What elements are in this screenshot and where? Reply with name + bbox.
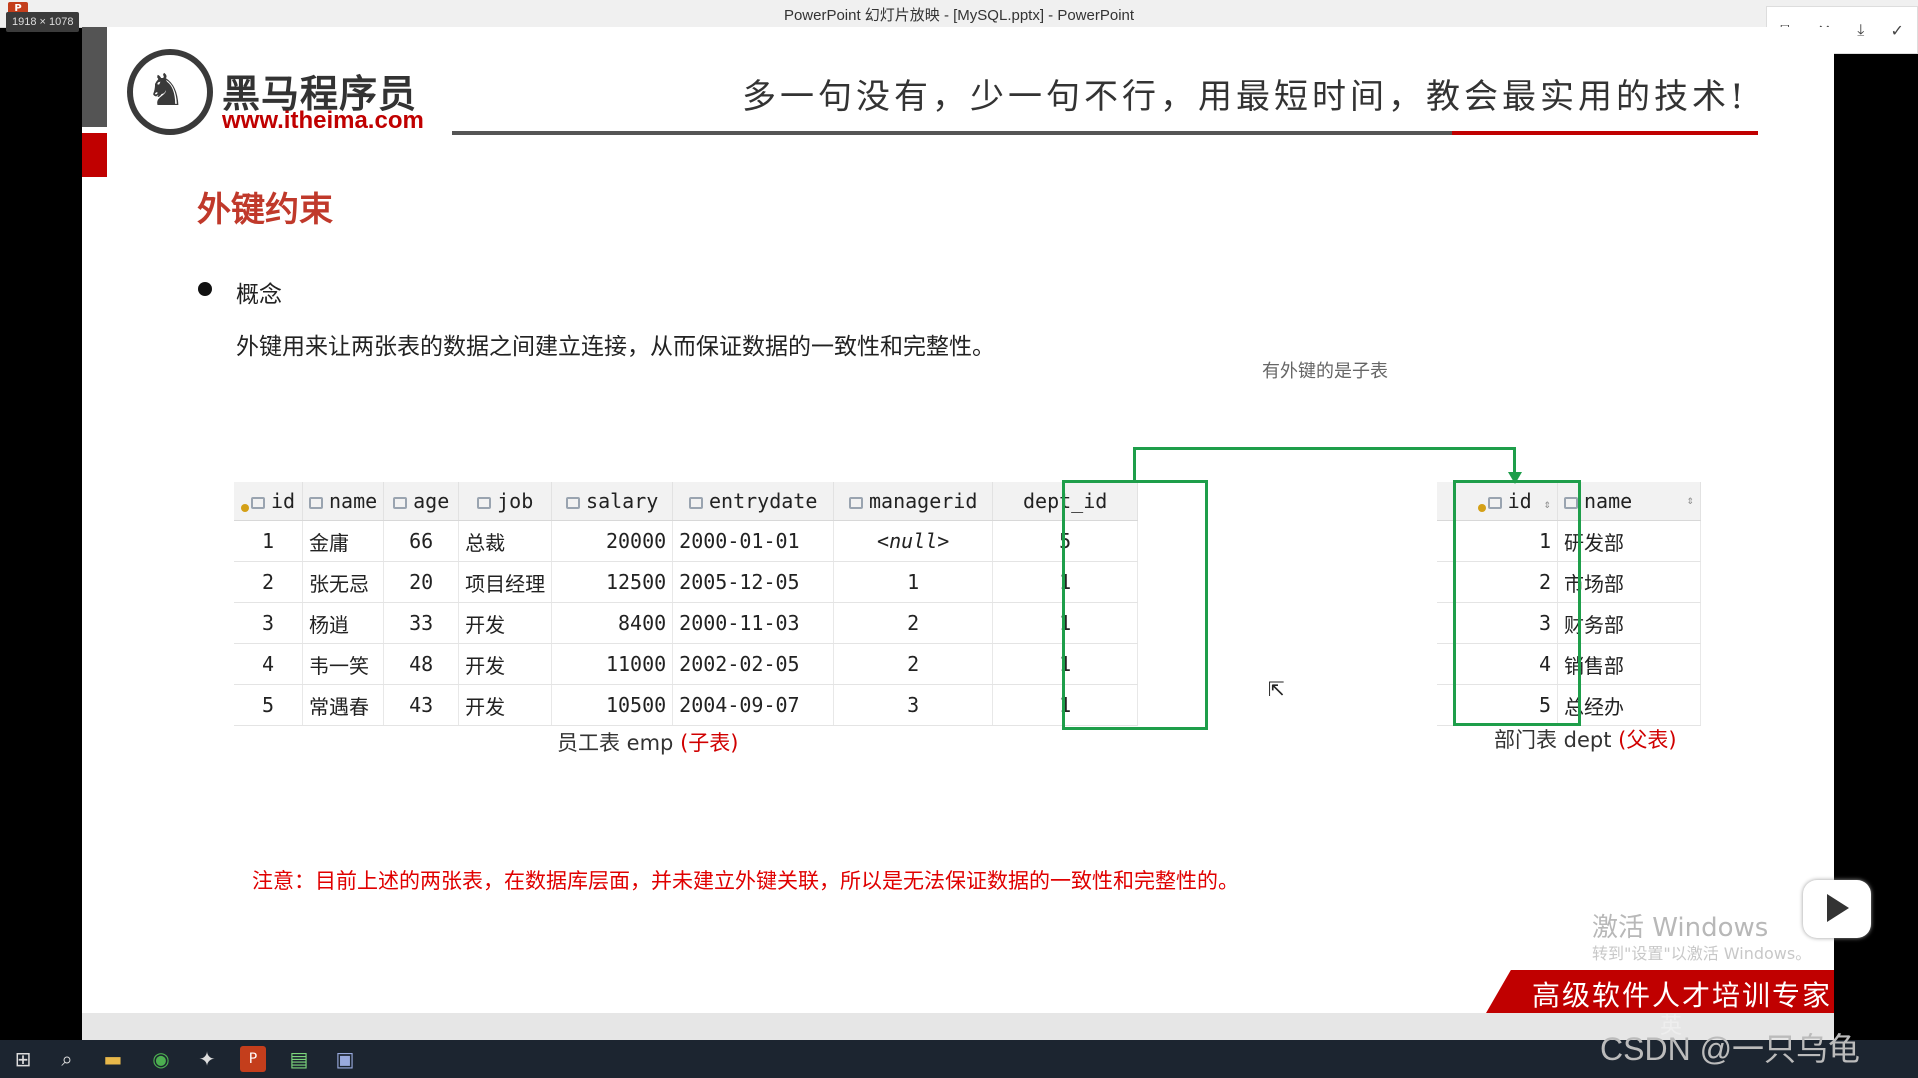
cell-managerid: 3 <box>833 684 994 726</box>
play-icon[interactable] <box>1827 894 1849 922</box>
emp-caption: 员工表 emp (子表) <box>557 731 739 755</box>
cell-id: 1 <box>234 520 303 562</box>
file-explorer-icon[interactable]: ▬ <box>100 1046 126 1072</box>
column-header-name[interactable]: name <box>302 482 385 521</box>
column-icon <box>688 497 703 509</box>
column-icon <box>250 497 265 509</box>
cell-entrydate: 2004-09-07 <box>672 684 835 726</box>
cell-id: 5 <box>234 684 303 726</box>
cell-managerid: 1 <box>833 561 994 603</box>
search-icon[interactable]: ⌕ <box>54 1046 80 1072</box>
decor-bar-grey <box>82 27 107 127</box>
concept-text: 外键用来让两张表的数据之间建立连接，从而保证数据的一致性和完整性。 <box>236 334 995 360</box>
cell-age: 33 <box>383 602 460 644</box>
cell-entrydate: 2005-12-05 <box>672 561 835 603</box>
cell-id: 4 <box>234 643 303 685</box>
cell-age: 48 <box>383 643 460 685</box>
download-icon[interactable]: ⤓ <box>1857 20 1864 40</box>
slide: ♞ 黑马程序员 www.itheima.com 多一句没有，少一句不行，用最短时… <box>82 27 1834 1013</box>
cell-managerid: <null> <box>833 520 994 562</box>
cell-job: 开发 <box>458 643 553 685</box>
bullet-icon <box>198 282 212 296</box>
column-header-id[interactable]: id <box>234 482 303 521</box>
table-row[interactable]: 2 张无忌 20 项目经理 12500 2005-12-05 1 1 <box>234 561 1139 603</box>
window-title-bar: PowerPoint 幻灯片放映 - [MySQL.pptx] - PowerP… <box>0 0 1918 28</box>
connector-line <box>1133 447 1515 450</box>
warning-note: 注意：目前上述的两张表，在数据库层面，并未建立外键关联，所以是无法保证数据的一致… <box>252 869 1239 893</box>
cell-name: 韦一笑 <box>302 643 385 685</box>
table-row[interactable]: 4 韦一笑 48 开发 11000 2002-02-05 2 1 <box>234 643 1139 685</box>
page-title: 外键约束 <box>197 190 333 230</box>
column-icon <box>477 497 492 509</box>
cell-salary: 12500 <box>551 561 674 603</box>
cell-entrydate: 2000-01-01 <box>672 520 835 562</box>
column-header-age[interactable]: age <box>383 482 460 521</box>
cell-job: 开发 <box>458 684 553 726</box>
notepad-icon[interactable]: ▤ <box>286 1046 312 1072</box>
slideshow-bottom-bar <box>82 1013 1834 1040</box>
powerpoint-taskbar-icon[interactable]: P <box>240 1046 266 1072</box>
logo-url: www.itheima.com <box>222 107 424 134</box>
cell-salary: 10500 <box>551 684 674 726</box>
activate-windows-title: 激活 Windows <box>1592 913 1769 943</box>
column-header-job[interactable]: job <box>458 482 553 521</box>
cell-entrydate: 2002-02-05 <box>672 643 835 685</box>
cell-age: 66 <box>383 520 460 562</box>
window-title: PowerPoint 幻灯片放映 - [MySQL.pptx] - PowerP… <box>783 7 1135 24</box>
windows-start-icon[interactable]: ⊞ <box>10 1046 36 1072</box>
cell-job: 项目经理 <box>458 561 553 603</box>
resolution-badge: 1918 × 1078 <box>6 12 80 32</box>
cell-salary: 20000 <box>551 520 674 562</box>
cell-age: 43 <box>383 684 460 726</box>
dept-caption: 部门表 dept (父表) <box>1494 728 1677 752</box>
activate-windows-sub: 转到"设置"以激活 Windows。 <box>1592 944 1812 963</box>
cell-id: 3 <box>234 602 303 644</box>
table-row[interactable]: 3 杨逍 33 开发 8400 2000-11-03 2 1 <box>234 602 1139 644</box>
concept-label: 概念 <box>236 282 282 308</box>
table-row[interactable]: 1 金庸 66 总裁 20000 2000-01-01 <null> 5 <box>234 520 1139 562</box>
column-header-managerid[interactable]: managerid <box>833 482 994 521</box>
arrow-icon <box>1508 472 1522 484</box>
table-row[interactable]: 5 常遇春 43 开发 10500 2004-09-07 3 1 <box>234 684 1139 726</box>
cell-id: 2 <box>234 561 303 603</box>
sort-icon[interactable]: ⇕ <box>1687 493 1694 507</box>
slogan: 多一句没有，少一句不行，用最短时间，教会最实用的技术! <box>742 77 1748 117</box>
cell-age: 20 <box>383 561 460 603</box>
cell-name: 杨逍 <box>302 602 385 644</box>
cell-salary: 8400 <box>551 602 674 644</box>
cell-managerid: 2 <box>833 602 994 644</box>
dept-pk-highlight <box>1453 480 1581 726</box>
horse-icon: ♞ <box>146 65 186 116</box>
cell-entrydate: 2000-11-03 <box>672 602 835 644</box>
column-icon <box>566 497 581 509</box>
column-icon <box>309 497 323 509</box>
column-icon <box>393 497 408 509</box>
connector-line <box>1513 447 1516 474</box>
cell-name: 张无忌 <box>302 561 385 603</box>
column-header-entrydate[interactable]: entrydate <box>672 482 835 521</box>
check-icon[interactable]: ✓ <box>1890 21 1903 40</box>
cell-job: 总裁 <box>458 520 553 562</box>
key-icon <box>240 504 249 512</box>
app-icon[interactable]: ✦ <box>194 1046 220 1072</box>
header-rule <box>452 131 1452 135</box>
mouse-cursor-icon: ⇱ <box>1268 677 1285 701</box>
child-table-note: 有外键的是子表 <box>1262 361 1388 382</box>
header-rule-accent <box>1452 131 1758 135</box>
dept-id-highlight <box>1062 480 1208 730</box>
cell-job: 开发 <box>458 602 553 644</box>
csdn-watermark: CSDN @一只乌龟 <box>1600 1031 1861 1067</box>
chrome-icon[interactable]: ◉ <box>148 1046 174 1072</box>
cell-salary: 11000 <box>551 643 674 685</box>
cell-managerid: 2 <box>833 643 994 685</box>
column-header-salary[interactable]: salary <box>551 482 674 521</box>
cell-name: 金庸 <box>302 520 385 562</box>
decor-bar-red <box>82 133 107 177</box>
connector-line <box>1133 447 1136 482</box>
cell-name: 常遇春 <box>302 684 385 726</box>
column-icon <box>848 497 863 509</box>
emp-table: id name age job salary entrydate manager… <box>234 482 1139 726</box>
datagrip-icon[interactable]: ▣ <box>332 1046 358 1072</box>
